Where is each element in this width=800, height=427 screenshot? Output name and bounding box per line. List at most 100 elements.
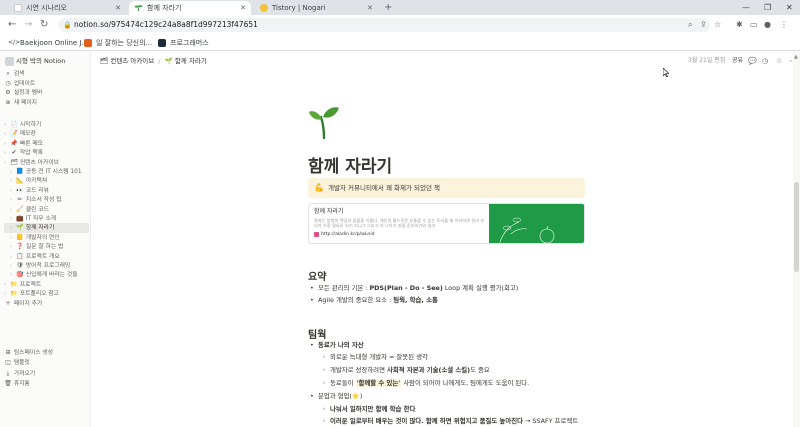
sidebar-item[interactable]: ◫ 템플릿 — [4, 358, 89, 368]
share-icon[interactable]: ⇪ — [700, 19, 707, 31]
clock-icon[interactable]: ◷ — [762, 56, 768, 66]
avatar — [5, 57, 14, 66]
scrollbar-thumb[interactable] — [794, 182, 799, 272]
tab-title: 함께 자라기 — [147, 4, 182, 12]
sidebar-item[interactable]: ⌕ 검색 — [4, 69, 89, 79]
web-bookmark-block[interactable]: 함께 자라기 필자는 방법의 핵심과 들을을 이룹다. 개인의 월드로운 유통할… — [308, 203, 585, 244]
comment-icon[interactable]: 💬 — [748, 56, 757, 66]
breadcrumb: 🗂 컨텐츠 아카이브 / 🌱 함께 자라기 — [100, 57, 207, 65]
browser-tab-bar: 시연 시나리오 ✕ 함께 자라기 ✕ Tistory | Nogari ✕ + … — [0, 0, 800, 15]
sidebar-item-label: 아키텍쳐 — [24, 178, 48, 185]
sidebar-item-label: 질문 잘 하는 법 — [24, 244, 64, 251]
sidebar-item-label: 메모장 — [18, 131, 36, 138]
bookmark-title: 함께 자라기 — [314, 208, 344, 215]
zoom-icon[interactable]: ⌕ — [688, 19, 692, 31]
breadcrumb-item[interactable]: 컨텐츠 아카이브 — [110, 57, 154, 65]
workspace-name: 시형 박의 Notion — [16, 57, 66, 65]
sidebar-item-label: IT 직무 소개 — [24, 216, 57, 222]
breadcrumb-folder-icon: 🗂 — [100, 57, 109, 65]
sidebar-item-label: 클린 코드 — [24, 206, 50, 213]
tab-title: 시연 시나리오 — [26, 4, 67, 12]
share-button[interactable]: 공유 — [732, 56, 743, 66]
list-item[interactable]: 이러운 일로부터 배우는 것이 많다. 함께 하면 위험지고 품질도 높아진다 … — [322, 417, 578, 426]
workspace-switcher[interactable]: 시형 박의 Notion — [5, 57, 65, 66]
site-favicon — [314, 232, 319, 237]
sidebar-item-label: 개발자의 연인 — [24, 234, 60, 241]
page-scrollbar[interactable]: ▲ — [793, 52, 800, 427]
sidebar-item-label: 시작하기 — [18, 122, 42, 128]
back-icon[interactable]: ← — [8, 18, 16, 32]
reload-icon[interactable]: ↻ — [40, 18, 48, 32]
clock-icon: ◷ — [5, 79, 11, 87]
sidebar-item-label: 함께 자라기 — [24, 225, 55, 232]
tab-3[interactable]: Tistory | Nogari ✕ — [254, 1, 378, 15]
bookmark-work[interactable]: 일 잘하는 당신의... — [84, 37, 152, 49]
teamwork-heading[interactable]: 팀웍 — [308, 326, 326, 341]
sidebar-item-label: 방어적 프로그래밍 — [24, 263, 71, 269]
list-item[interactable]: 모든 관리의 기본 : PDS(Plan - Do - See) Loop 계획… — [310, 284, 518, 293]
sidebar-item-label: 템플릿 — [12, 360, 30, 367]
sidebar-item[interactable]: ⊞ 팀스페이스 생성 — [4, 348, 89, 358]
tab-title: Tistory | Nogari — [272, 4, 326, 12]
scroll-up-icon[interactable]: ▲ — [794, 54, 798, 60]
breadcrumb-item[interactable]: 함께 자라기 — [175, 57, 207, 65]
close-icon[interactable]: ✕ — [240, 1, 246, 15]
sidebar-item-label: 프로젝트 — [18, 281, 42, 288]
list-item[interactable]: 동료들이 '함께할 수 있는' 사람이 되어야 나에게도, 팀에게도 도움이 된… — [322, 379, 529, 388]
list-item[interactable]: 나눠서 일하지만 함께 학습 한다 — [322, 405, 415, 414]
bookmark-label: 일 잘하는 당신의... — [96, 39, 153, 47]
sidebar-item-label: 코드 리뷰 — [24, 187, 50, 194]
extensions-icon[interactable]: ✱ — [736, 19, 743, 31]
close-window-icon[interactable]: ✕ — [786, 0, 793, 15]
sidebar-item[interactable]: 🗑 휴지통 — [4, 379, 89, 389]
bookmark-programmers[interactable]: 프로그래머스 — [158, 37, 209, 49]
tab-2[interactable]: 함께 자라기 ✕ — [129, 1, 251, 15]
sidepanel-icon[interactable]: ▭ — [750, 19, 758, 31]
sidebar-item-label: 프로젝트 개요 — [24, 253, 60, 260]
tab-1[interactable]: 시연 시나리오 ✕ — [8, 1, 126, 15]
notion-topbar: 🗂 컨텐츠 아카이브 / 🌱 함께 자라기 3월 21일 편집 공유 💬 ◷ ☆… — [92, 52, 800, 70]
bookmark-baekjoon[interactable]: </> Baekjoon Online J... — [8, 37, 88, 49]
maximize-icon[interactable]: ❐ — [764, 0, 771, 15]
sidebar-item[interactable]: ⤓ 가져오기 — [4, 369, 89, 379]
sidebar-item[interactable]: ⚙ 설정과 멤버 — [4, 88, 89, 98]
bookmark-cover-image — [489, 204, 584, 243]
search-icon: ⌕ — [6, 70, 10, 77]
sidebar-item[interactable]: ◷ 업데이트 — [4, 79, 89, 89]
menu-icon[interactable]: ⋮ — [780, 19, 788, 31]
page-title[interactable]: 함께 자라기 — [308, 152, 392, 177]
sidebar-page-item[interactable]: + 페이지 추가 — [4, 299, 89, 309]
close-icon[interactable]: ✕ — [367, 1, 373, 15]
sidebar-item-label: 검색 — [12, 71, 25, 77]
profile-icon[interactable]: ● — [764, 19, 771, 31]
new-tab-button[interactable]: + — [384, 0, 392, 15]
list-item[interactable]: 분업과 협업(⭐) — [310, 392, 362, 401]
bookmark-url-text: http://aladin.kr/p/wLnid — [321, 232, 375, 237]
callout-block[interactable]: 💪 개발자 커뮤니티에서 꽤 화제가 되었던 책 — [308, 178, 585, 198]
sprout-icon[interactable] — [308, 105, 340, 143]
forward-icon[interactable]: → — [24, 18, 32, 32]
bookmark-label: 프로그래머스 — [170, 39, 209, 47]
edited-timestamp: 3월 21일 편집 — [688, 57, 726, 64]
sidebar-item-label: 가져오기 — [12, 370, 36, 377]
list-item[interactable]: 외로운 늑대형 개발자 = 잘못된 생각 — [322, 353, 428, 362]
minimize-icon[interactable]: — — [742, 0, 750, 15]
favorite-star-icon[interactable]: ☆ — [776, 56, 782, 66]
list-item[interactable]: 동료가 나의 자산 — [310, 341, 364, 350]
bookmark-star-icon[interactable]: ☆ — [714, 19, 721, 31]
page-icon: 🗑 — [4, 380, 12, 388]
bookmarks-bar: </> Baekjoon Online J... 일 잘하는 당신의... 프로… — [0, 35, 800, 51]
summary-heading[interactable]: 요약 — [308, 268, 326, 283]
page-icon: + — [5, 299, 11, 307]
mouse-cursor-icon — [663, 68, 669, 77]
url-text: notion.so/975474c129c24a8a8f1d997213f476… — [74, 20, 258, 29]
sidebar-item[interactable]: ⊕ 새 페이지 — [4, 98, 89, 108]
page-icon: ◫ — [5, 359, 11, 367]
list-item[interactable]: 개발자로 성장하려면 사회적 자본과 기술(소셜 스킬)도 중요 — [322, 366, 490, 375]
sidebar-item-label: 새 페이지 — [12, 99, 38, 106]
bookmark-favicon — [84, 39, 92, 47]
close-icon[interactable]: ✕ — [115, 1, 121, 15]
list-item[interactable]: Agile 개발의 중요한 요소 : 팀웍, 학습, 소통 — [310, 296, 438, 305]
url-bar[interactable]: 🔒 notion.so/975474c129c24a8a8f1d997213f4… — [58, 18, 710, 32]
sidebar-item-label: 공동 전 IT 시스템 101 — [24, 169, 82, 175]
